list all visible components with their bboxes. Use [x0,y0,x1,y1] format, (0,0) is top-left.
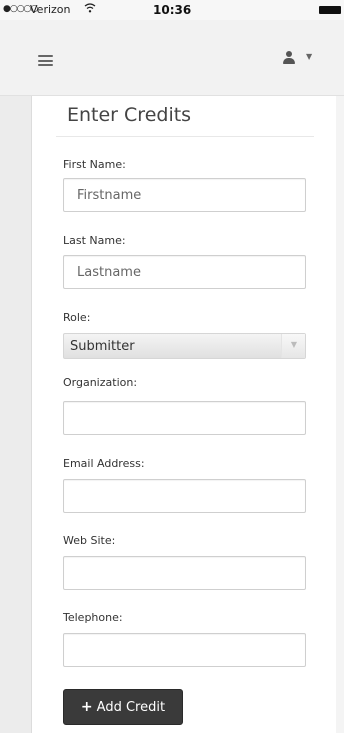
role-selected-value: Submitter [70,339,135,354]
last-name-input[interactable] [63,255,306,289]
caret-down-icon: ▼ [306,52,313,61]
status-time: 10:36 [153,3,192,17]
right-gutter [336,96,344,733]
top-navbar: ▼ [0,20,344,96]
title-divider [56,136,314,137]
add-credit-label: Add Credit [96,700,166,715]
first-name-input[interactable] [63,178,306,212]
page-title: Enter Credits [67,104,192,126]
add-credit-button[interactable]: + Add Credit [63,689,183,725]
main-content: Enter Credits First Name: Last Name: Rol… [33,96,336,733]
sidebar-strip [0,96,32,733]
role-select[interactable]: Submitter ▼ [63,333,306,359]
user-menu-dropdown[interactable]: ▼ [283,51,323,69]
email-input[interactable] [63,479,306,513]
website-input[interactable] [63,556,306,590]
chevron-down-icon: ▼ [290,340,297,349]
telephone-input[interactable] [63,633,306,667]
wifi-icon [84,2,96,17]
plus-icon: + [80,699,93,715]
email-label: Email Address: [63,457,145,470]
user-icon [283,51,295,65]
hamburger-icon[interactable] [38,55,53,66]
website-label: Web Site: [63,534,116,547]
carrier-name: Verizon [30,3,71,16]
select-arrow-box: ▼ [281,334,305,358]
battery-icon [319,6,341,14]
organization-input[interactable] [63,401,306,435]
status-bar: ●○○○○ Verizon 10:36 [0,0,344,20]
telephone-label: Telephone: [63,611,123,624]
role-label: Role: [63,311,91,324]
organization-label: Organization: [63,376,138,389]
first-name-label: First Name: [63,158,126,171]
last-name-label: Last Name: [63,234,126,247]
